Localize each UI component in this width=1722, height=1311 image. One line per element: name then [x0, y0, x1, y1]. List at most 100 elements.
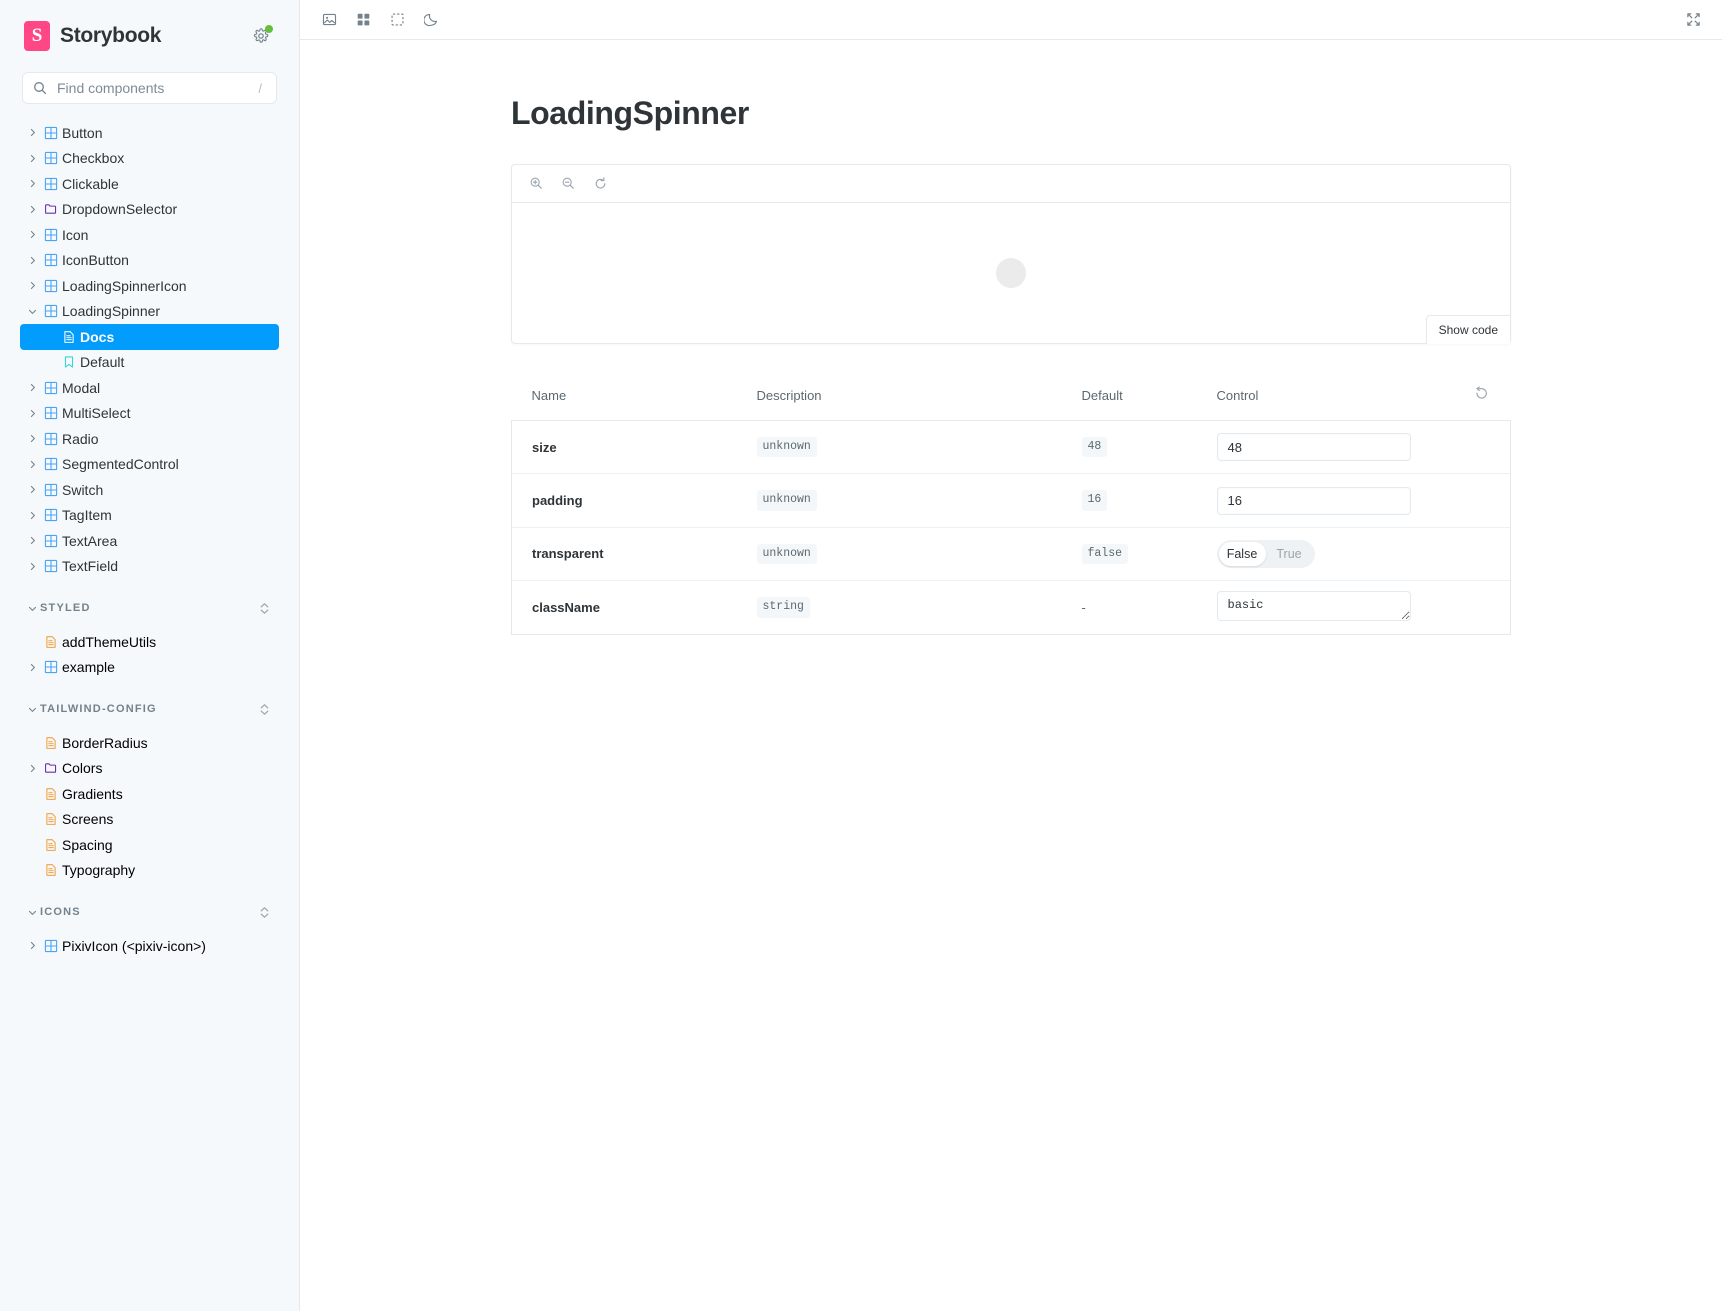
tree-toggle[interactable] — [24, 382, 40, 393]
backgrounds-icon-button[interactable] — [312, 6, 346, 34]
sidebar-section-icons[interactable]: ICONS — [20, 899, 279, 925]
sidebar-item-segmentedcontrol[interactable]: SegmentedControl — [20, 452, 279, 478]
doc-page-icon — [46, 736, 56, 749]
sidebar-item-spacing[interactable]: Spacing — [20, 832, 279, 858]
sidebar-section-tailwind-config[interactable]: TAILWIND-CONFIG — [20, 696, 279, 722]
section-expand-all-button[interactable] — [258, 702, 271, 717]
tree-toggle[interactable] — [24, 153, 40, 164]
sidebar-item-default[interactable]: Default — [20, 350, 279, 376]
section-expand-all-button[interactable] — [258, 601, 271, 616]
tree-toggle[interactable] — [24, 255, 40, 266]
chevron-right-icon — [30, 180, 35, 188]
arg-default: 48 — [1081, 419, 1217, 474]
tree-toggle[interactable] — [24, 763, 40, 774]
arg-default-empty: - — [1081, 600, 1086, 616]
search-shortcut-hint: / — [258, 80, 262, 96]
measure-icon-button[interactable] — [380, 6, 414, 34]
tree-toggle[interactable] — [24, 229, 40, 240]
sidebar-item-typography[interactable]: Typography — [20, 858, 279, 884]
grid-icon — [357, 13, 369, 26]
tree-toggle[interactable] — [24, 940, 40, 951]
sidebar-item-radio[interactable]: Radio — [20, 426, 279, 452]
tree-toggle[interactable] — [24, 408, 40, 419]
sidebar-item-modal[interactable]: Modal — [20, 375, 279, 401]
component-icon-wrapper — [40, 534, 62, 548]
arg-number-control[interactable] — [1216, 433, 1411, 462]
tree-toggle[interactable] — [24, 433, 40, 444]
sidebar-item-gradients[interactable]: Gradients — [20, 781, 279, 807]
sidebar-item-example[interactable]: example — [20, 655, 279, 681]
tree-toggle[interactable] — [24, 459, 40, 470]
component-icon — [44, 458, 58, 471]
sidebar-item-textarea[interactable]: TextArea — [20, 528, 279, 554]
doc-page-icon-wrapper — [40, 736, 62, 750]
arg-type-chip: unknown — [756, 543, 817, 565]
tree-toggle[interactable] — [24, 280, 40, 291]
sidebar-item-screens[interactable]: Screens — [20, 807, 279, 833]
tree-toggle[interactable] — [24, 178, 40, 189]
arg-text-control[interactable]: basic — [1216, 591, 1411, 622]
tree-toggle[interactable] — [24, 662, 40, 673]
col-header-default: Default — [1081, 387, 1123, 403]
bool-option-false[interactable]: False — [1218, 541, 1266, 566]
tree-toggle[interactable] — [24, 127, 40, 138]
sidebar-item-label: Typography — [62, 862, 136, 879]
zoom-reset-button[interactable] — [586, 171, 614, 197]
page-title: LoadingSpinner — [511, 95, 749, 131]
sidebar-item-addthemeutils[interactable]: addThemeUtils — [20, 629, 279, 655]
arg-boolean-toggle[interactable]: False True — [1216, 539, 1315, 568]
sidebar-item-switch[interactable]: Switch — [20, 477, 279, 503]
section-expand-all-button[interactable] — [258, 905, 271, 920]
sidebar-header: S Storybook — [20, 0, 279, 72]
sidebar-item-clickable[interactable]: Clickable — [20, 171, 279, 197]
tree-toggle[interactable] — [24, 535, 40, 546]
sidebar-item-label: Checkbox — [62, 150, 125, 167]
sidebar-item-pixivicon-pixiv-icon[interactable]: PixivIcon (<pixiv-icon>) — [20, 933, 279, 959]
sidebar-item-icon[interactable]: Icon — [20, 222, 279, 248]
sidebar-item-loadingspinner[interactable]: LoadingSpinner — [20, 299, 279, 325]
show-code-button[interactable]: Show code — [1425, 315, 1510, 344]
doc-page-icon — [46, 813, 56, 826]
arg-number-control[interactable] — [1216, 486, 1411, 515]
zoom-in-button[interactable] — [522, 171, 550, 197]
sidebar-item-colors[interactable]: Colors — [20, 756, 279, 782]
theme-moon-icon — [423, 13, 437, 27]
tree-toggle[interactable] — [24, 561, 40, 572]
doc-page-icon — [46, 838, 56, 851]
zoom-out-icon — [562, 177, 574, 189]
search-input[interactable] — [55, 79, 247, 97]
bool-option-true[interactable]: True — [1266, 542, 1313, 566]
sidebar-section-styled[interactable]: STYLED — [20, 595, 279, 621]
tree-toggle[interactable] — [24, 306, 40, 317]
zoom-out-button[interactable] — [554, 171, 582, 197]
measure-icon — [391, 13, 404, 26]
chevron-right-icon — [30, 942, 35, 950]
chevron-right-icon — [30, 409, 35, 417]
sidebar-item-dropdownselector[interactable]: DropdownSelector — [20, 197, 279, 223]
shortcuts-button[interactable] — [247, 22, 275, 50]
sidebar-item-iconbutton[interactable]: IconButton — [20, 248, 279, 274]
update-status-dot — [265, 25, 273, 33]
fullscreen-toggle-button[interactable] — [1676, 6, 1710, 34]
tree-toggle[interactable] — [24, 204, 40, 215]
tree-toggle[interactable] — [24, 510, 40, 521]
sidebar-item-checkbox[interactable]: Checkbox — [20, 146, 279, 172]
sidebar-item-label: TextArea — [62, 532, 118, 549]
reset-controls-icon-button[interactable] — [1474, 386, 1489, 401]
sidebar-item-textfield[interactable]: TextField — [20, 554, 279, 580]
section-toggle-icon — [24, 907, 40, 918]
sidebar-item-tagitem[interactable]: TagItem — [20, 503, 279, 529]
theme-toggle-button[interactable] — [414, 6, 448, 34]
sidebar-item-button[interactable]: Button — [20, 120, 279, 146]
sidebar-item-label: Docs — [80, 328, 115, 345]
docs-scroll-area[interactable]: LoadingSpinner Show code Name Descriptio… — [300, 40, 1722, 1311]
tree-toggle[interactable] — [24, 484, 40, 495]
brand[interactable]: S Storybook — [24, 21, 161, 51]
sidebar-item-multiselect[interactable]: MultiSelect — [20, 401, 279, 427]
search-box[interactable]: / — [22, 72, 277, 104]
sidebar-item-loadingspinnericon[interactable]: LoadingSpinnerIcon — [20, 273, 279, 299]
arg-control-cell — [1216, 473, 1511, 528]
sidebar-item-docs[interactable]: Docs — [20, 324, 279, 350]
grid-icon-button[interactable] — [346, 6, 380, 34]
sidebar-item-borderradius[interactable]: BorderRadius — [20, 730, 279, 756]
